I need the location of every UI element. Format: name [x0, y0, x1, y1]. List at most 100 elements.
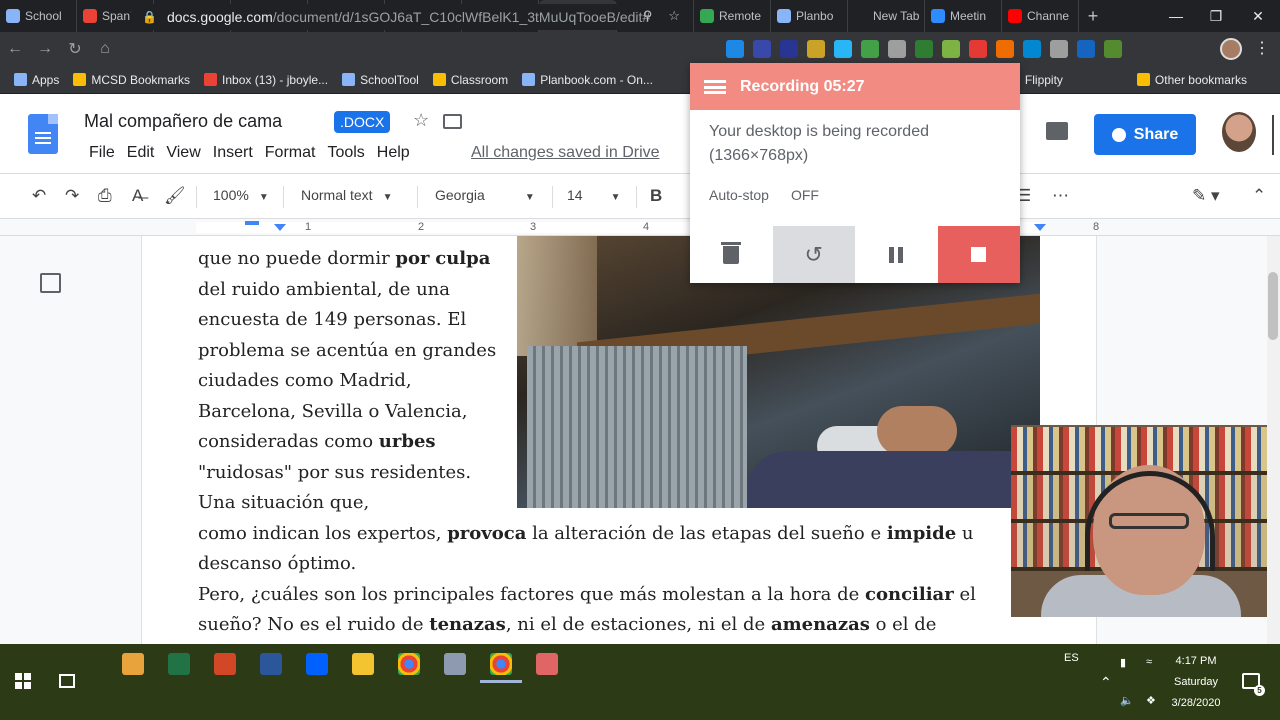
webcam-overlay[interactable]: [1011, 425, 1267, 617]
star-icon[interactable]: ☆: [413, 110, 429, 131]
first-line-indent-marker[interactable]: [245, 221, 259, 225]
bookmark-item[interactable]: Planbook.com - On...: [516, 73, 659, 87]
indent-marker[interactable]: [274, 224, 286, 231]
close-window-button[interactable]: ✕: [1238, 0, 1278, 32]
browser-tab[interactable]: New Tab: [848, 0, 925, 32]
extension-icon[interactable]: [726, 40, 744, 58]
undo-icon[interactable]: ↶: [32, 186, 46, 206]
discard-recording-button[interactable]: [690, 226, 773, 283]
volume-icon[interactable]: 🔈: [1120, 694, 1134, 707]
share-button[interactable]: Share: [1094, 114, 1196, 155]
powerpoint-icon[interactable]: [214, 653, 236, 675]
right-indent-marker[interactable]: [1034, 224, 1046, 231]
collapse-menus-icon[interactable]: ⌃: [1252, 186, 1266, 206]
menu-edit[interactable]: Edit: [121, 144, 161, 162]
browser-tab[interactable]: Meetin: [925, 0, 1002, 32]
menu-file[interactable]: File: [83, 144, 121, 162]
spellcheck-icon[interactable]: A̶: [132, 186, 143, 206]
reload-icon[interactable]: ↻: [60, 39, 90, 59]
excel-icon[interactable]: [168, 653, 190, 675]
browser-tab[interactable]: Remote: [694, 0, 771, 32]
forward-icon[interactable]: →: [30, 40, 60, 58]
profile-avatar[interactable]: [1220, 38, 1242, 60]
auto-stop-value[interactable]: OFF: [791, 187, 819, 203]
extension-icon[interactable]: [996, 40, 1014, 58]
paint-app-icon[interactable]: [444, 653, 466, 675]
extension-icon[interactable]: [780, 40, 798, 58]
font-select[interactable]: Georgia ▼: [435, 187, 535, 203]
pause-recording-button[interactable]: [855, 226, 938, 283]
screen-recorder-icon[interactable]: [536, 653, 558, 675]
home-icon[interactable]: ⌂: [90, 40, 120, 58]
zoom-select[interactable]: 100% ▼: [213, 187, 269, 203]
menu-tools[interactable]: Tools: [321, 144, 370, 162]
bookmark-item[interactable]: Classroom: [427, 73, 514, 87]
document-page[interactable]: que no puede dormir por culpa del ruido …: [141, 236, 1097, 644]
bookmark-item[interactable]: MCSD Bookmarks: [67, 73, 196, 87]
input-language[interactable]: ES: [1064, 652, 1079, 664]
menu-format[interactable]: Format: [259, 144, 322, 162]
extension-icon[interactable]: [753, 40, 771, 58]
redo-icon[interactable]: ↷: [65, 186, 79, 206]
extension-icon[interactable]: [1077, 40, 1095, 58]
zoom-icon[interactable]: ⚲: [643, 8, 653, 24]
dropbox-icon[interactable]: [306, 653, 328, 675]
bookmark-item[interactable]: SchoolTool: [336, 73, 425, 87]
document-title[interactable]: Mal compañero de cama: [84, 111, 282, 132]
user-avatar[interactable]: [1222, 112, 1256, 152]
browser-tab[interactable]: Channe: [1002, 0, 1079, 32]
media-app-icon[interactable]: [122, 653, 144, 675]
chrome-profile-icon[interactable]: [490, 653, 512, 675]
scrollbar-thumb[interactable]: [1268, 272, 1278, 340]
bookmark-item[interactable]: Other bookmarks: [1131, 73, 1253, 87]
browser-tab[interactable]: Planbo: [771, 0, 848, 32]
extension-icon[interactable]: [915, 40, 933, 58]
tray-chevron-icon[interactable]: ⌃: [1100, 674, 1112, 691]
bold-button[interactable]: B: [650, 186, 662, 206]
paint-format-icon[interactable]: 🖌: [164, 186, 186, 206]
bookmark-item[interactable]: Inbox (13) - jboyle...: [198, 73, 334, 87]
browser-menu-icon[interactable]: ⋮: [1254, 38, 1270, 58]
address-bar[interactable]: 🔒 docs.google.com/document/d/1sGOJ6aT_C1…: [130, 4, 690, 30]
docs-logo-icon[interactable]: [28, 114, 58, 154]
dropbox-tray-icon[interactable]: ❖: [1146, 694, 1156, 707]
document-body[interactable]: que no puede dormir por culpa del ruido …: [198, 244, 1098, 641]
extension-icon[interactable]: [1050, 40, 1068, 58]
browser-tab[interactable]: School: [0, 0, 77, 32]
hamburger-menu-icon[interactable]: [704, 79, 726, 94]
file-explorer-icon[interactable]: [352, 653, 374, 675]
minimize-button[interactable]: —: [1156, 0, 1196, 32]
stop-recording-button[interactable]: [937, 226, 1020, 283]
battery-icon[interactable]: ▮: [1120, 656, 1126, 669]
extension-icon[interactable]: [1104, 40, 1122, 58]
menu-insert[interactable]: Insert: [207, 144, 259, 162]
restart-recording-button[interactable]: ↺: [772, 226, 855, 283]
word-icon[interactable]: [260, 653, 282, 675]
start-menu-icon[interactable]: [15, 673, 31, 689]
print-icon[interactable]: ⎙: [98, 186, 112, 206]
new-tab-button[interactable]: +: [1079, 6, 1107, 27]
save-status[interactable]: All changes saved in Drive: [471, 144, 660, 162]
auto-stop-setting[interactable]: Auto-stop OFF: [709, 187, 819, 203]
move-to-folder-icon[interactable]: [443, 114, 462, 129]
comment-history-icon[interactable]: [1046, 122, 1068, 140]
menu-help[interactable]: Help: [371, 144, 416, 162]
more-options-icon[interactable]: ⋯: [1052, 186, 1069, 206]
extension-icon[interactable]: [861, 40, 879, 58]
task-view-icon[interactable]: [59, 674, 75, 688]
extension-icon[interactable]: [1023, 40, 1041, 58]
wifi-icon[interactable]: ≈: [1146, 656, 1152, 668]
bookmark-item[interactable]: Apps: [8, 73, 65, 87]
extension-icon[interactable]: [969, 40, 987, 58]
menu-view[interactable]: View: [160, 144, 206, 162]
style-select[interactable]: Normal text ▼: [301, 187, 392, 203]
editing-mode-icon[interactable]: ✎ ▾: [1192, 186, 1220, 206]
font-size-select[interactable]: 14 ▼: [567, 187, 620, 203]
document-outline-icon[interactable]: [40, 273, 61, 293]
back-icon[interactable]: ←: [0, 40, 30, 58]
extension-icon[interactable]: [942, 40, 960, 58]
clock-time[interactable]: 4:17 PM: [1166, 655, 1226, 667]
chrome-icon[interactable]: [398, 653, 420, 675]
extension-icon[interactable]: [888, 40, 906, 58]
extension-icon[interactable]: [834, 40, 852, 58]
